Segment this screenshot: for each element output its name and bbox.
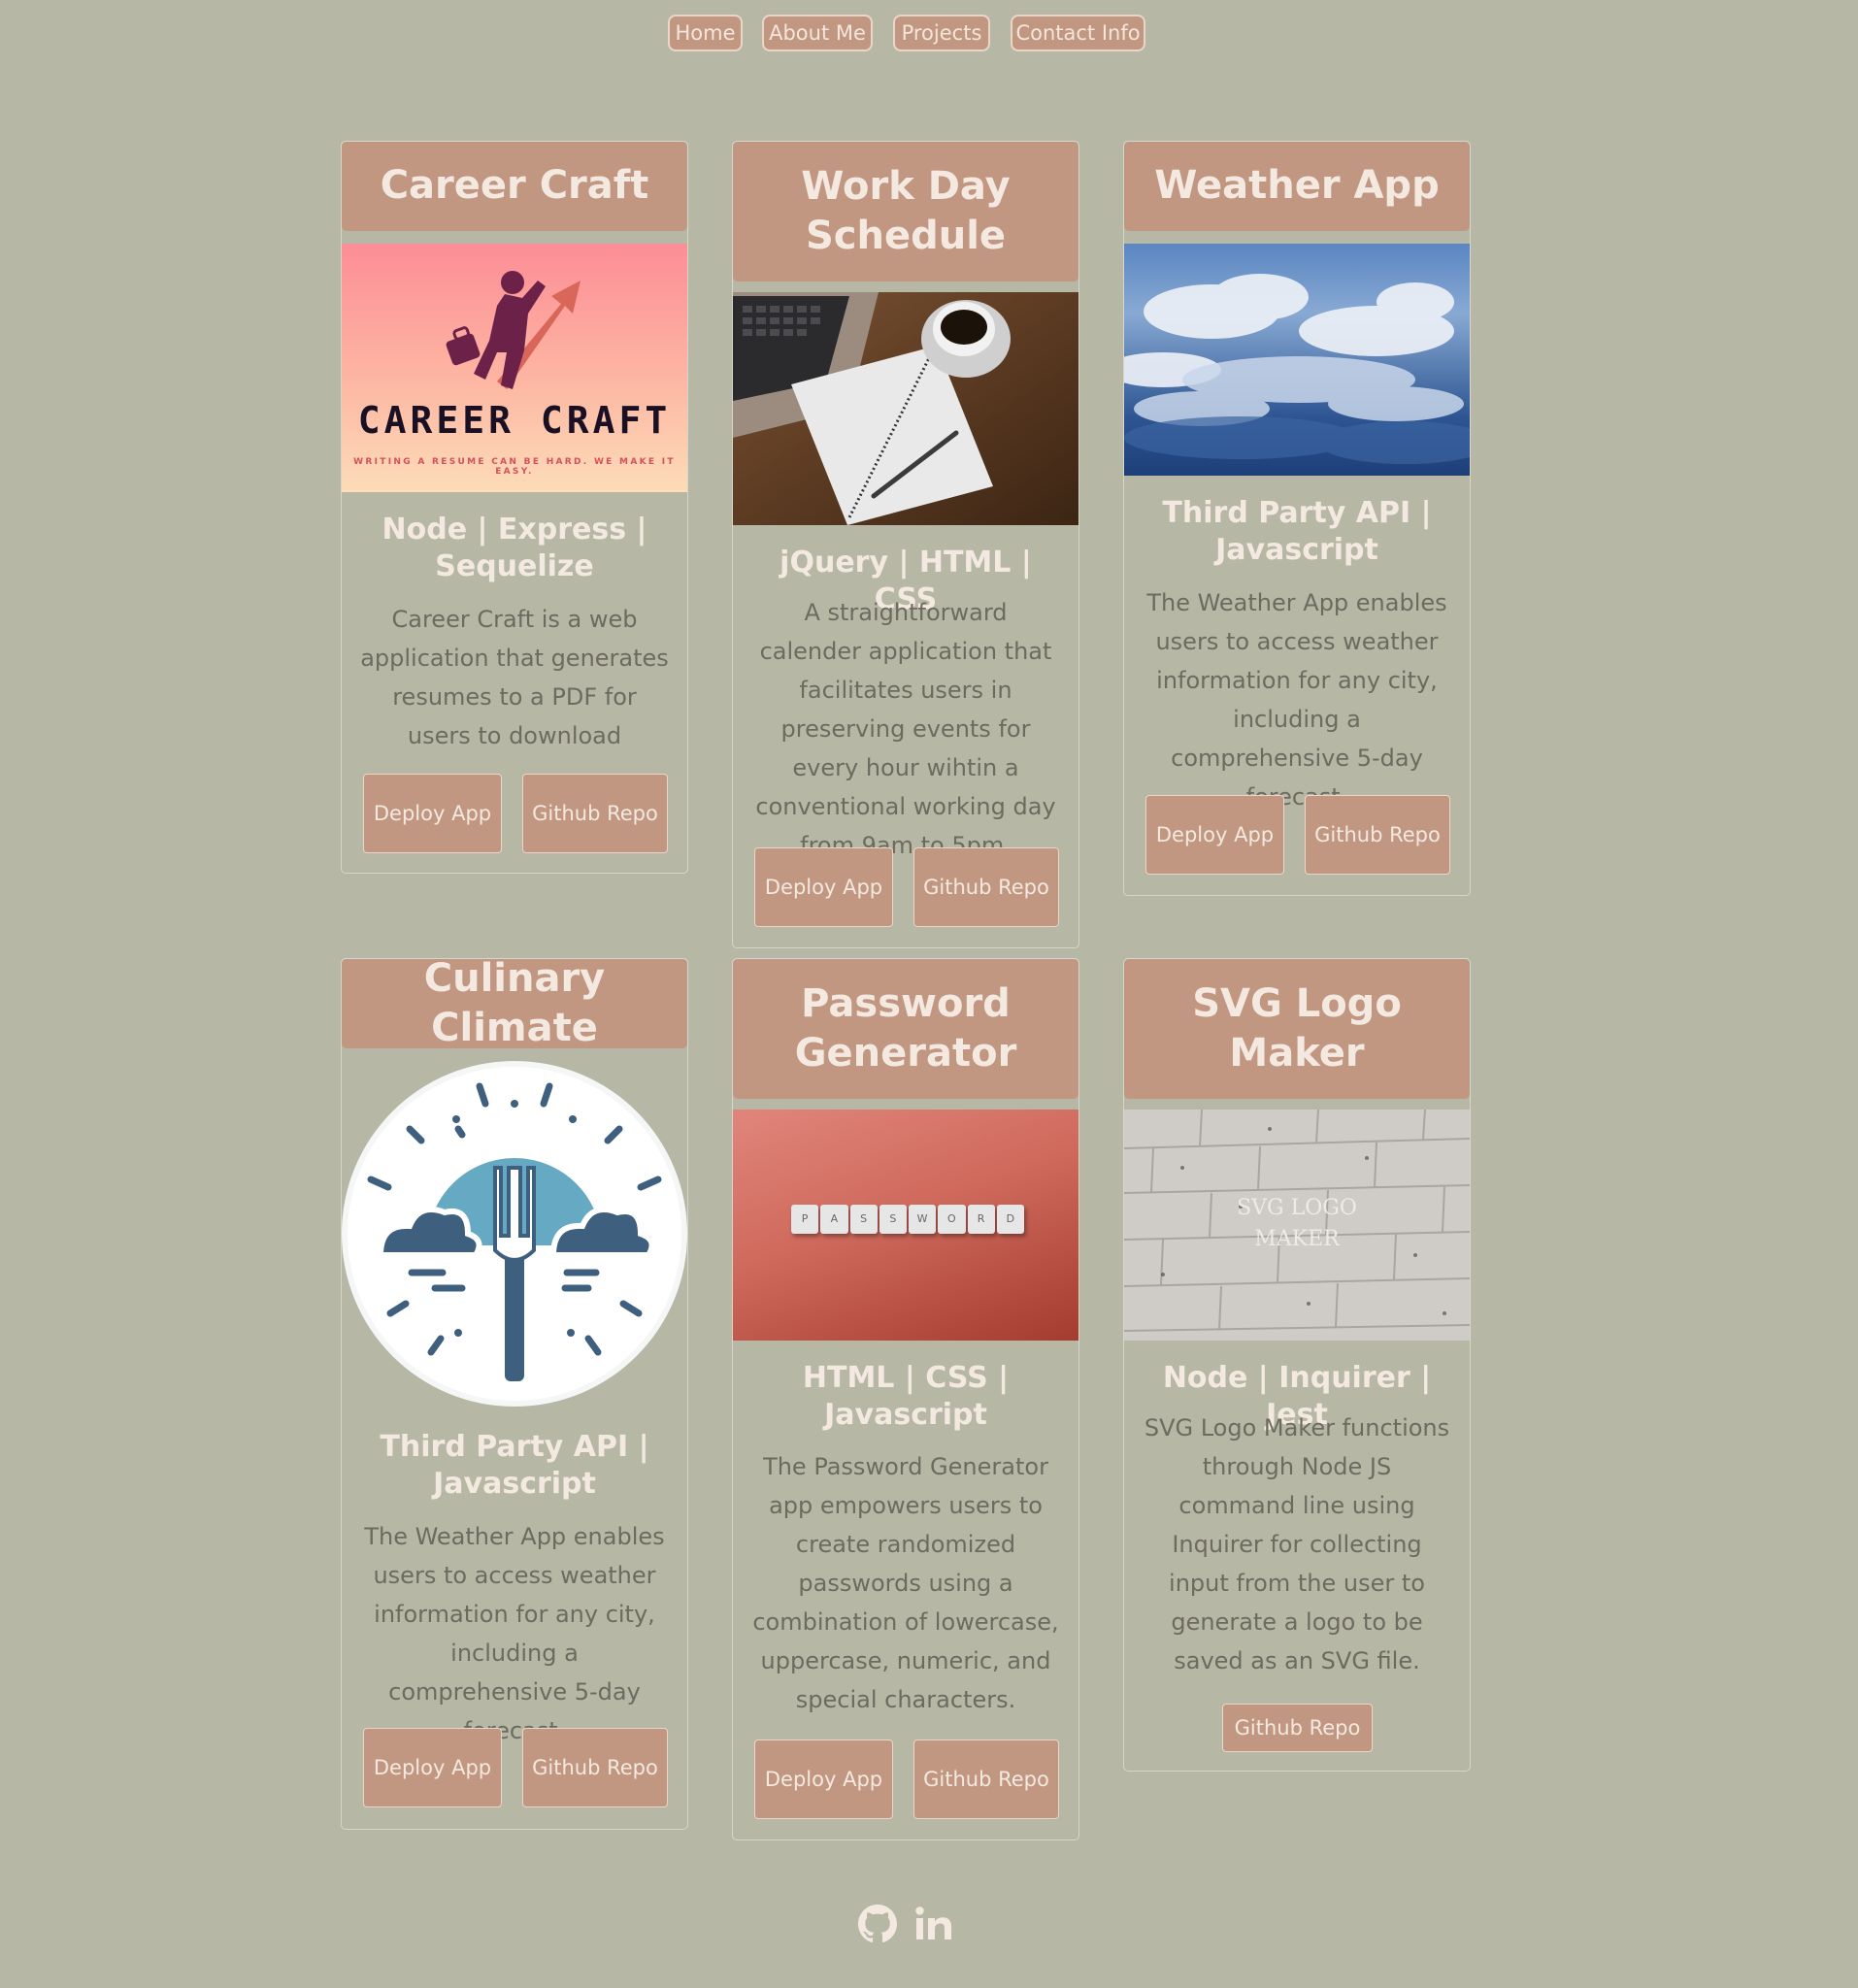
top-nav: Home About Me Projects Contact Info <box>0 15 1858 53</box>
card-description: The Password Generator app empowers user… <box>752 1453 1059 1713</box>
key-tile: W <box>909 1205 937 1234</box>
password-generator-image: P A S S W O R D <box>733 1110 1078 1341</box>
card-title: Career Craft <box>342 142 687 231</box>
svg-logo-maker-image-caption: SVG LOGO MAKER <box>1124 1193 1470 1255</box>
clouds-icon <box>1124 274 1470 464</box>
card-description: The Weather App enables users to access … <box>1146 589 1447 811</box>
weather-app-image <box>1124 244 1470 476</box>
deploy-app-button[interactable]: Deploy App <box>754 1740 893 1819</box>
card-title: SVG Logo Maker <box>1124 959 1470 1099</box>
key-tile: D <box>996 1205 1024 1234</box>
github-repo-button[interactable]: Github Repo <box>913 847 1059 927</box>
nav-contact-button[interactable]: Contact Info <box>1011 15 1145 51</box>
key-tile: O <box>938 1205 966 1234</box>
card-title: Password Generator <box>733 959 1078 1099</box>
card-tech: HTML | CSS | Javascript <box>802 1361 1010 1432</box>
key-tile: R <box>967 1205 995 1234</box>
github-repo-button[interactable]: Github Repo <box>1305 795 1450 875</box>
deploy-app-button[interactable]: Deploy App <box>363 774 502 853</box>
card-description: SVG Logo Maker functions through Node JS… <box>1144 1414 1450 1674</box>
card-title: Weather App <box>1124 142 1470 231</box>
key-tile: S <box>849 1205 878 1234</box>
nav-projects-button[interactable]: Projects <box>893 15 990 51</box>
nav-home-button[interactable]: Home <box>668 15 743 51</box>
project-card-weather-app: Weather App Third Party API | Javascript… <box>1123 141 1471 896</box>
project-card-svg-logo-maker: SVG Logo Maker SVG LOGO MAKER Node | Inq… <box>1123 958 1471 1772</box>
culinary-climate-image <box>342 1061 687 1408</box>
key-tile: A <box>820 1205 848 1234</box>
github-repo-button[interactable]: Github Repo <box>1222 1704 1373 1752</box>
project-card-work-day-schedule: Work Day Schedule jQuery | HTML | CSS A … <box>732 141 1079 948</box>
fork-cloud-logo-icon <box>342 1061 687 1407</box>
github-repo-button[interactable]: Github Repo <box>522 774 668 853</box>
desk-notebook-coffee-icon <box>733 292 1078 525</box>
card-description: A straightforward calender application t… <box>755 599 1056 859</box>
key-tile: P <box>791 1205 819 1234</box>
project-card-career-craft: Career Craft CAREER CRAFT WRITING A RESU… <box>341 141 688 874</box>
card-tech: Third Party API | Javascript <box>1162 496 1432 567</box>
deploy-app-button[interactable]: Deploy App <box>1145 795 1284 875</box>
project-card-culinary-climate: Culinary Climate Third Party API | Javas… <box>341 956 688 1830</box>
nav-about-button[interactable]: About Me <box>762 15 873 51</box>
key-tile: S <box>879 1205 907 1234</box>
career-craft-logo-icon <box>446 271 581 389</box>
image-caption-text: SVG LOGO MAKER <box>1237 1196 1357 1251</box>
card-description: The Weather App enables users to access … <box>364 1523 665 1744</box>
career-craft-image-tagline: WRITING A RESUME CAN BE HARD. WE MAKE IT… <box>353 457 676 477</box>
card-tech: Third Party API | Javascript <box>380 1430 649 1501</box>
card-title: Culinary Climate <box>342 956 687 1050</box>
career-craft-image: CAREER CRAFT WRITING A RESUME CAN BE HAR… <box>342 244 687 492</box>
github-repo-button[interactable]: Github Repo <box>913 1740 1059 1819</box>
deploy-app-button[interactable]: Deploy App <box>754 847 893 927</box>
card-title: Work Day Schedule <box>733 142 1078 282</box>
card-tech: Node | Express | Sequelize <box>382 513 647 583</box>
deploy-app-button[interactable]: Deploy App <box>363 1728 502 1807</box>
project-card-password-generator: Password Generator P A S S W O R D HTML … <box>732 958 1079 1840</box>
work-day-schedule-image <box>733 292 1078 525</box>
password-keys: P A S S W O R D <box>791 1205 1024 1234</box>
github-icon[interactable] <box>858 1905 897 1947</box>
footer <box>0 1905 1858 1953</box>
github-repo-button[interactable]: Github Repo <box>522 1728 668 1807</box>
svg-logo-maker-image: SVG LOGO MAKER <box>1124 1110 1470 1341</box>
linkedin-icon[interactable] <box>914 1905 953 1947</box>
card-description: Career Craft is a web application that g… <box>360 606 669 749</box>
career-craft-image-caption: CAREER CRAFT <box>357 399 672 442</box>
